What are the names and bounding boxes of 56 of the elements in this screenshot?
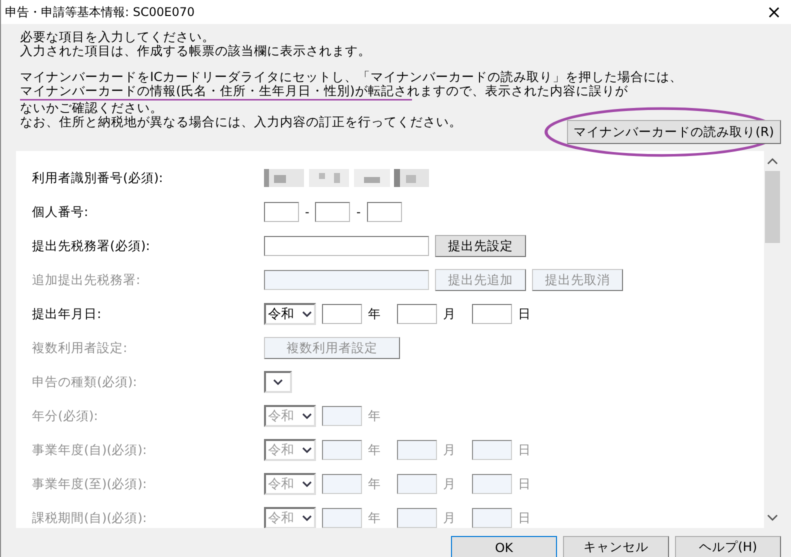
chevron-down-icon xyxy=(302,413,312,419)
unit-text: 月 xyxy=(443,476,456,492)
unit-text: 年 xyxy=(368,442,381,458)
field-label: 利用者識別番号(必須): xyxy=(32,170,164,186)
read-card-button[interactable]: マイナンバーカードの読み取り(R) xyxy=(566,120,781,144)
unit-text: 日 xyxy=(518,306,531,322)
instruction-text: 必要な項目を入力してください。 xyxy=(20,30,215,44)
input-field[interactable] xyxy=(322,304,362,324)
dialog-button[interactable]: ヘルプ(H) xyxy=(675,536,781,557)
unit-text: 年 xyxy=(368,476,381,492)
field-label: 年分(必須): xyxy=(32,408,99,424)
chevron-down-icon xyxy=(302,515,312,521)
chevron-down-icon xyxy=(273,379,283,385)
unit-text: 日 xyxy=(518,442,531,458)
notice-text: なお、住所と納税地が異なる場合には、入力内容の訂正を行ってください。 xyxy=(20,115,462,129)
field-label: 事業年度(至)(必須): xyxy=(32,476,148,492)
unit-text: 日 xyxy=(518,476,531,492)
input-field[interactable] xyxy=(472,304,512,324)
field-label: 申告の種類(必須): xyxy=(32,374,138,390)
field-label: 提出年月日: xyxy=(32,306,102,322)
notice-text: マイナンバーカードをICカードリーダライタにセットし、「マイナンバーカードの読み取り」を押した場合には、 xyxy=(20,70,682,84)
chevron-down-icon xyxy=(302,311,312,317)
separator-text: - xyxy=(305,205,310,219)
separator-text: - xyxy=(356,205,361,219)
window-title: 申告・申請等基本情報: SC00E070 xyxy=(4,4,195,20)
unit-text: 月 xyxy=(443,510,456,526)
input-field[interactable] xyxy=(397,304,437,324)
input-field[interactable] xyxy=(315,202,350,222)
chevron-down-icon xyxy=(302,481,312,487)
input-field[interactable] xyxy=(366,202,402,222)
input-field[interactable] xyxy=(264,236,429,256)
notice-text: マイナンバーカードの情報(氏名・住所・生年月日・性別)が転記されますので、表示された内容に誤りが xyxy=(20,84,628,98)
unit-text: 月 xyxy=(443,442,456,458)
unit-text: 日 xyxy=(518,510,531,526)
field-label: 複数利用者設定: xyxy=(32,340,128,356)
close-button[interactable]: × xyxy=(757,0,791,24)
field-label: 事業年度(自)(必須): xyxy=(32,442,148,458)
dialog-button[interactable]: OK xyxy=(451,536,557,557)
unit-text: 年 xyxy=(368,408,381,424)
office-button[interactable]: 提出先設定 xyxy=(435,235,526,257)
field-label: 課税期間(自)(必須): xyxy=(32,510,148,526)
field-label: 提出先税務署(必須): xyxy=(32,238,151,254)
instruction-text: 入力された項目は、作成する帳票の該当欄に表示されます。 xyxy=(20,44,371,58)
dialog-button[interactable]: キャンセル xyxy=(563,536,669,557)
scroll-down-icon[interactable] xyxy=(767,514,778,522)
scroll-up-icon[interactable] xyxy=(767,157,778,165)
field-label: 追加提出先税務署: xyxy=(32,272,142,288)
unit-text: 年 xyxy=(368,510,381,526)
scroll-thumb[interactable] xyxy=(765,171,780,243)
chevron-down-icon xyxy=(302,447,312,453)
notice-text: ないかご確認ください。 xyxy=(20,101,163,115)
unit-text: 月 xyxy=(443,306,456,322)
era-dropdown[interactable]: 令和 xyxy=(264,303,316,325)
unit-text: 年 xyxy=(368,306,381,322)
field-label: 個人番号: xyxy=(32,204,90,220)
input-field[interactable] xyxy=(264,202,299,222)
